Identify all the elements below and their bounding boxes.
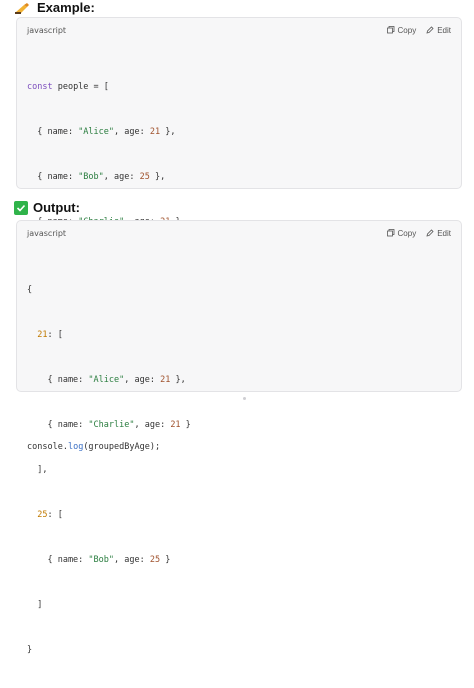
copy-icon: [386, 229, 394, 237]
output-copy-label: Copy: [397, 228, 417, 238]
example-edit-label: Edit: [437, 25, 451, 35]
output-code: { 21: [ { name: "Alice", age: 21 }, { na…: [17, 245, 461, 688]
copy-icon: [386, 26, 394, 34]
example-edit-button[interactable]: Edit: [426, 26, 451, 35]
example-language-label: javascript: [27, 25, 67, 35]
example-code-header: javascript Copy Edit: [17, 18, 461, 42]
code-line: 25: [: [37, 510, 63, 520]
code-line: ],: [27, 465, 48, 475]
output-copy-button[interactable]: Copy: [386, 228, 417, 238]
code-line: {: [27, 285, 33, 295]
code-line: { name: "Bob", age: 25 }: [27, 555, 171, 565]
example-heading: Example:: [14, 0, 95, 15]
scroll-indicator: [243, 397, 246, 400]
example-code-block: javascript Copy Edit const people = [ { …: [16, 17, 462, 452]
code-line: }: [27, 645, 33, 655]
check-mark-icon: [14, 200, 28, 215]
example-code-actions: Copy Edit: [386, 25, 451, 35]
output-edit-label: Edit: [437, 228, 451, 238]
writing-hand-icon: [15, 2, 29, 14]
code-line: { name: "Charlie", age: 21 }: [27, 420, 191, 430]
edit-icon: [426, 26, 434, 34]
output-title: Output:: [33, 200, 80, 215]
output-code-actions: Copy Edit: [386, 228, 451, 238]
edit-icon: [426, 229, 434, 237]
code-line: { name: "Alice", age: 21 },: [27, 127, 176, 137]
example-copy-button[interactable]: Copy: [386, 25, 417, 35]
output-code-block: javascript Copy Edit { 21: [ { name: "Al…: [16, 220, 462, 655]
code-line: const people = [: [27, 82, 109, 92]
output-code-header: javascript Copy Edit: [17, 221, 461, 245]
code-line: 21: [: [37, 330, 63, 340]
example-title: Example:: [37, 0, 95, 15]
code-line: ]: [27, 600, 43, 610]
example-copy-label: Copy: [397, 25, 417, 35]
output-edit-button[interactable]: Edit: [426, 229, 451, 238]
code-line: { name: "Alice", age: 21 },: [27, 375, 186, 385]
code-line: { name: "Bob", age: 25 },: [27, 172, 166, 182]
output-language-label: javascript: [27, 228, 67, 238]
output-heading: Output:: [14, 200, 80, 215]
